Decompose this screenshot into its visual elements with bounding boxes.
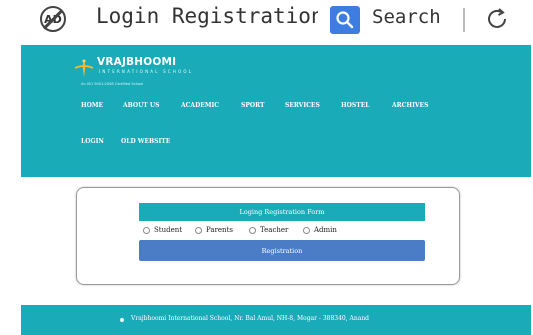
nav-old-website[interactable]: OLD WEBSITE — [121, 138, 170, 145]
radio-admin[interactable] — [303, 226, 310, 234]
radio-label-admin: Admin — [314, 226, 337, 234]
radio-label-teacher: Teacher — [260, 226, 289, 234]
radio-student[interactable] — [143, 226, 150, 234]
refresh-icon[interactable] — [484, 6, 510, 36]
main-nav: HOME ABOUT US ACADEMIC SPORT SERVICES HO… — [21, 45, 531, 177]
login-registration-card: Loging Registration Form Student Parents… — [76, 187, 460, 285]
search-label[interactable]: Search — [372, 6, 441, 28]
nav-archives[interactable]: ARCHIVES — [392, 102, 428, 109]
footer-location-icon — [120, 318, 124, 322]
site-footer: Vrajbhoomi International School, Nr. Bal… — [21, 305, 531, 335]
ad-block-icon-label: AD — [44, 12, 62, 26]
footer-address: Vrajbhoomi International School, Nr. Bal… — [131, 315, 370, 322]
nav-sport[interactable]: SPORT — [241, 102, 264, 109]
role-option-parents[interactable]: Parents — [195, 226, 233, 234]
ad-block-icon[interactable]: AD — [40, 6, 66, 32]
nav-login[interactable]: LOGIN — [81, 138, 104, 145]
form-title: Loging Registration Form — [139, 203, 425, 221]
toolbar-divider — [463, 8, 465, 32]
role-option-admin[interactable]: Admin — [303, 226, 337, 234]
role-option-student[interactable]: Student — [143, 226, 182, 234]
site-header: VRAJBHOOMI INTERNATIONAL SCHOOL An ISO 9… — [21, 45, 531, 177]
browser-page-title[interactable]: Login Registration F — [96, 4, 318, 28]
registration-button[interactable]: Registration — [139, 240, 425, 261]
nav-hostel[interactable]: HOSTEL — [341, 102, 370, 109]
radio-label-parents: Parents — [206, 226, 233, 234]
role-radio-group: Student Parents Teacher Admin — [143, 224, 423, 238]
nav-services[interactable]: SERVICES — [285, 102, 320, 109]
radio-teacher[interactable] — [249, 226, 256, 234]
nav-about-us[interactable]: ABOUT US — [123, 102, 159, 109]
nav-academic[interactable]: ACADEMIC — [181, 102, 219, 109]
search-icon[interactable] — [330, 6, 360, 34]
radio-parents[interactable] — [195, 226, 202, 234]
nav-home[interactable]: HOME — [81, 102, 103, 109]
role-option-teacher[interactable]: Teacher — [249, 226, 288, 234]
radio-label-student: Student — [154, 226, 183, 234]
browser-toolbar: AD Login Registration F Search — [0, 0, 533, 44]
